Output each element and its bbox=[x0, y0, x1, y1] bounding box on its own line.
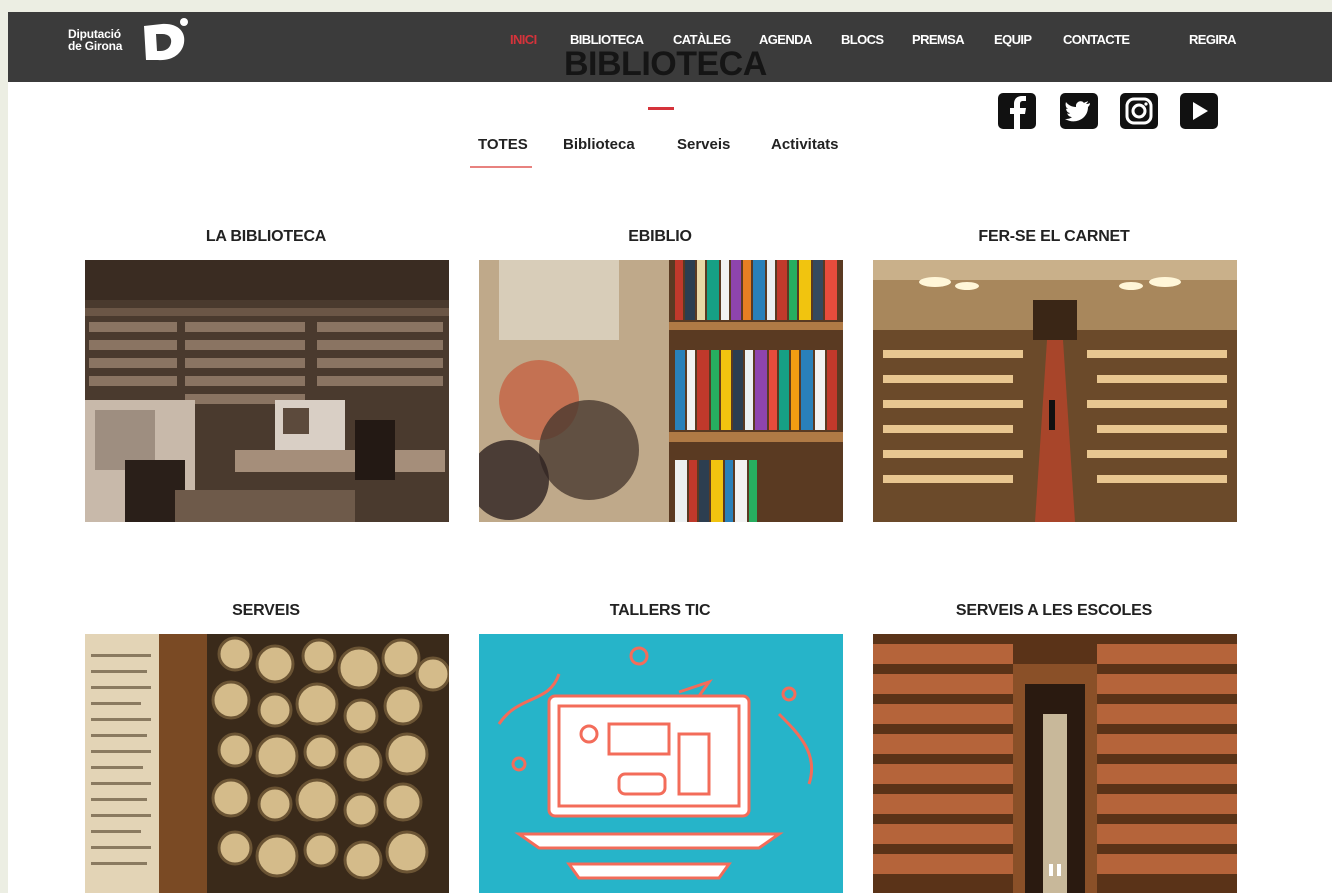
card-image-la-biblioteca[interactable] bbox=[85, 260, 449, 522]
active-filter-underline bbox=[470, 166, 532, 168]
card-image-ebiblio[interactable] bbox=[479, 260, 843, 522]
card-image-tallers-tic[interactable] bbox=[479, 634, 843, 893]
card-title-serveis[interactable]: SERVEIS bbox=[84, 602, 448, 620]
page-title: BIBLIOTECA bbox=[564, 45, 767, 83]
sepia-library-photo bbox=[85, 260, 449, 522]
nav-item-agenda[interactable]: AGENDA bbox=[759, 32, 812, 47]
nav-item-inici[interactable]: INICI bbox=[510, 32, 537, 47]
nav-item-equip[interactable]: EQUIP bbox=[994, 32, 1032, 47]
card-image-fer-se-el-carnet[interactable] bbox=[873, 260, 1237, 522]
reading-room-photo bbox=[873, 260, 1237, 522]
card-title-serveis-a-les-escoles[interactable]: SERVEIS A LES ESCOLES bbox=[872, 602, 1236, 620]
nav-item-premsa[interactable]: PREMSA bbox=[912, 32, 965, 47]
paper-rolls-photo bbox=[85, 634, 449, 893]
bookshelf-blur-photo bbox=[479, 260, 843, 522]
title-accent-rule bbox=[648, 107, 674, 110]
card-image-serveis-a-les-escoles[interactable] bbox=[873, 634, 1237, 893]
facebook-icon[interactable] bbox=[996, 92, 1038, 130]
youtube-icon[interactable] bbox=[1178, 92, 1220, 130]
filter-tab-biblioteca[interactable]: Biblioteca bbox=[563, 136, 635, 153]
twitter-icon[interactable] bbox=[1058, 92, 1100, 130]
filter-tab-activitats[interactable]: Activitats bbox=[771, 136, 839, 153]
tech-illustration bbox=[479, 634, 843, 893]
nav-item-blocs[interactable]: BLOCS bbox=[841, 32, 884, 47]
card-title-ebiblio[interactable]: EBIBLIO bbox=[478, 228, 842, 246]
card-title-fer-se-el-carnet[interactable]: FER-SE EL CARNET bbox=[872, 228, 1236, 246]
instagram-icon[interactable] bbox=[1118, 92, 1160, 130]
nav-item-contacte[interactable]: CONTACTE bbox=[1063, 32, 1130, 47]
filter-tab-serveis[interactable]: Serveis bbox=[677, 136, 730, 153]
card-title-la-biblioteca[interactable]: LA BIBLIOTECA bbox=[84, 228, 448, 246]
card-title-tallers-tic[interactable]: TALLERS TIC bbox=[478, 602, 842, 620]
bookshelf-doorway-photo bbox=[873, 634, 1237, 893]
nav-item-regira[interactable]: REGIRA bbox=[1189, 32, 1237, 47]
category-filter-tabs: TOTES Biblioteca Serveis Activitats bbox=[8, 136, 1332, 176]
filter-tab-totes[interactable]: TOTES bbox=[478, 136, 528, 153]
card-image-serveis[interactable] bbox=[85, 634, 449, 893]
page: Diputació de Girona INICI BIBLIOTECA CAT… bbox=[8, 12, 1332, 893]
